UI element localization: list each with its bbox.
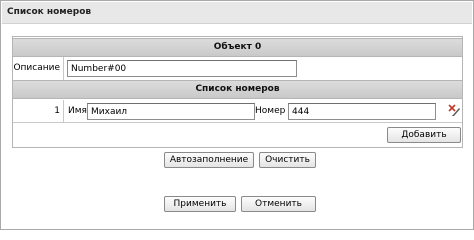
list-item: 1 Имя Номер [13,100,462,123]
add-button[interactable]: Добавить [387,127,461,143]
clear-button[interactable]: Очистить [259,152,316,168]
title-bar: Список номеров [2,2,472,24]
description-row: Описание [13,57,462,80]
window-title: Список номеров [7,7,92,17]
object-header: Объект 0 [13,38,462,57]
number-label: Номер [255,106,286,116]
name-label: Имя [68,106,87,116]
object-panel: Объект 0 Описание Список номеров 1 Имя Н… [12,36,463,148]
name-field[interactable] [87,103,255,120]
item-index: 1 [13,100,64,123]
numbers-list-window: Список номеров Объект 0 Описание Список … [0,0,474,230]
cancel-button[interactable]: Отменить [241,196,316,212]
description-field[interactable] [67,60,297,77]
apply-button[interactable]: Применить [164,196,236,212]
description-label: Описание [13,57,64,80]
autofill-button[interactable]: Автозаполнение [164,152,254,168]
delete-pencil-icon[interactable] [447,103,461,117]
numbers-list-header: Список номеров [13,80,462,99]
number-field[interactable] [288,103,436,120]
